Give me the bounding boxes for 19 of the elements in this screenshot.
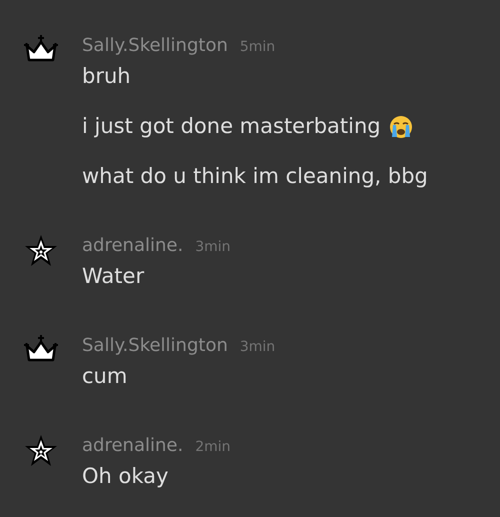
star-icon [23,234,59,268]
crown-icon [23,334,59,364]
crying-face-icon [388,115,413,139]
timestamp: 2min [195,438,230,457]
username: adrenaline. [82,234,184,258]
crown-icon [23,34,59,64]
username: adrenaline. [82,434,184,458]
star-icon [23,434,59,468]
timestamp: 5min [240,38,276,57]
timestamp: 3min [195,238,230,257]
message-text: what do u think im cleaning, bbg [82,163,428,190]
username: Sally.Skellington [82,334,228,358]
message-text: Oh okay [82,463,168,490]
message-text: bruh [82,63,131,90]
message-text: i just got done masterbating [82,113,381,140]
timestamp: 3min [240,338,276,357]
username: Sally.Skellington [82,34,228,58]
message-text: cum [82,363,128,390]
message-text: Water [82,263,144,290]
